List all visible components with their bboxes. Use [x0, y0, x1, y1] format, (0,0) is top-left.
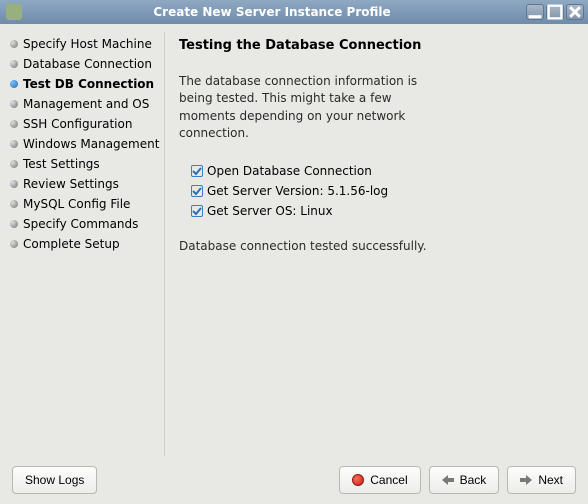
bullet-icon [10, 140, 18, 148]
show-logs-button[interactable]: Show Logs [12, 466, 97, 494]
bullet-icon [10, 220, 18, 228]
check-label: Get Server Version: 5.1.56-log [207, 184, 388, 198]
footer-bar: Show Logs Cancel Back Next [0, 464, 588, 504]
bullet-icon [10, 180, 18, 188]
sidebar-item-ssh-configuration[interactable]: SSH Configuration [10, 114, 156, 134]
sidebar-item-specify-commands[interactable]: Specify Commands [10, 214, 156, 234]
close-button[interactable] [566, 4, 584, 20]
button-label: Back [460, 473, 487, 487]
button-label: Cancel [370, 473, 407, 487]
next-button[interactable]: Next [507, 466, 576, 494]
arrow-right-icon [520, 475, 532, 485]
check-icon [191, 165, 203, 177]
check-icon [191, 205, 203, 217]
sidebar-item-label: Test DB Connection [23, 77, 154, 91]
sidebar-item-management-and-os[interactable]: Management and OS [10, 94, 156, 114]
page-description: The database connection information is b… [179, 73, 439, 143]
sidebar-item-label: Complete Setup [23, 237, 120, 251]
check-item: Get Server Version: 5.1.56-log [191, 181, 574, 201]
bullet-icon [10, 40, 18, 48]
titlebar: Create New Server Instance Profile [0, 0, 588, 24]
cancel-icon [352, 474, 364, 486]
sidebar-item-label: Specify Host Machine [23, 37, 152, 51]
window-app-icon [6, 4, 22, 20]
bullet-icon [10, 80, 18, 88]
sidebar-item-complete-setup[interactable]: Complete Setup [10, 234, 156, 254]
sidebar-item-specify-host-machine[interactable]: Specify Host Machine [10, 34, 156, 54]
button-label: Next [538, 473, 563, 487]
sidebar-item-label: Windows Management [23, 137, 159, 151]
minimize-button[interactable] [526, 4, 544, 20]
cancel-button[interactable]: Cancel [339, 466, 420, 494]
page-heading: Testing the Database Connection [179, 38, 574, 53]
sidebar-item-label: MySQL Config File [23, 197, 130, 211]
bullet-icon [10, 100, 18, 108]
sidebar-item-mysql-config-file[interactable]: MySQL Config File [10, 194, 156, 214]
bullet-icon [10, 240, 18, 248]
status-message: Database connection tested successfully. [179, 239, 574, 253]
maximize-button[interactable] [546, 4, 564, 20]
sidebar-item-windows-management[interactable]: Windows Management [10, 134, 156, 154]
sidebar-item-label: Management and OS [23, 97, 149, 111]
arrow-left-icon [442, 475, 454, 485]
steps-sidebar: Specify Host Machine Database Connection… [0, 24, 164, 464]
window-title: Create New Server Instance Profile [28, 5, 526, 19]
bullet-icon [10, 200, 18, 208]
sidebar-item-label: Database Connection [23, 57, 152, 71]
sidebar-item-database-connection[interactable]: Database Connection [10, 54, 156, 74]
button-label: Show Logs [25, 473, 84, 487]
bullet-icon [10, 120, 18, 128]
check-item: Get Server OS: Linux [191, 201, 574, 221]
sidebar-item-label: Test Settings [23, 157, 100, 171]
sidebar-item-label: Specify Commands [23, 217, 138, 231]
check-item: Open Database Connection [191, 161, 574, 181]
check-label: Get Server OS: Linux [207, 204, 333, 218]
check-label: Open Database Connection [207, 164, 372, 178]
sidebar-item-label: SSH Configuration [23, 117, 132, 131]
window-controls [526, 4, 584, 20]
bullet-icon [10, 60, 18, 68]
sidebar-item-label: Review Settings [23, 177, 119, 191]
content-panel: Testing the Database Connection The data… [165, 24, 588, 464]
sidebar-item-test-db-connection[interactable]: Test DB Connection [10, 74, 156, 94]
checks-list: Open Database Connection Get Server Vers… [191, 161, 574, 221]
back-button[interactable]: Back [429, 466, 500, 494]
wizard-body: Specify Host Machine Database Connection… [0, 24, 588, 464]
check-icon [191, 185, 203, 197]
sidebar-item-review-settings[interactable]: Review Settings [10, 174, 156, 194]
sidebar-item-test-settings[interactable]: Test Settings [10, 154, 156, 174]
bullet-icon [10, 160, 18, 168]
